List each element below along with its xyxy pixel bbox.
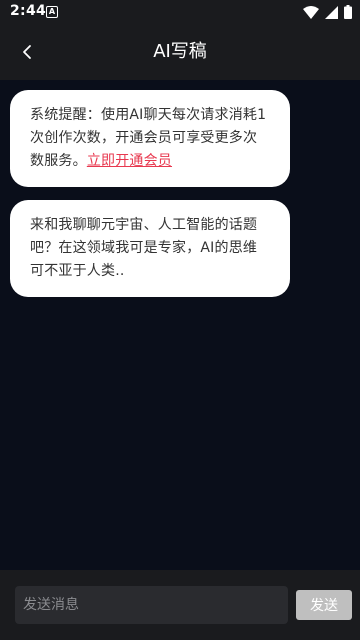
chat-area: 系统提醒：使用AI聊天每次请求消耗1次创作次数，开通会员可享受更多次数服务。立即… bbox=[0, 80, 360, 570]
wifi-icon bbox=[303, 5, 319, 19]
back-button[interactable] bbox=[12, 37, 42, 67]
page-title: AI写稿 bbox=[153, 41, 207, 62]
status-icons bbox=[303, 5, 352, 19]
open-membership-link[interactable]: 立即开通会员 bbox=[87, 153, 172, 169]
send-button[interactable]: 发送 bbox=[296, 590, 352, 620]
message-bubble: 系统提醒：使用AI聊天每次请求消耗1次创作次数，开通会员可享受更多次数服务。立即… bbox=[10, 90, 290, 187]
app-bar: AI写稿 bbox=[0, 24, 360, 80]
composer-bar: 发送 bbox=[0, 570, 360, 640]
message-text: 来和我聊聊元宇宙、人工智能的话题吧？在这领域我可是专家，AI的思维可不亚于人类.… bbox=[30, 217, 258, 279]
notification-icon: A bbox=[46, 6, 58, 18]
battery-icon bbox=[344, 5, 352, 19]
signal-icon bbox=[325, 5, 338, 19]
status-bar: 2:44 A bbox=[0, 0, 360, 24]
chevron-left-icon bbox=[23, 45, 31, 59]
message-input[interactable] bbox=[15, 586, 288, 624]
message-bubble: 来和我聊聊元宇宙、人工智能的话题吧？在这领域我可是专家，AI的思维可不亚于人类.… bbox=[10, 200, 290, 297]
status-time: 2:44 bbox=[10, 3, 47, 19]
